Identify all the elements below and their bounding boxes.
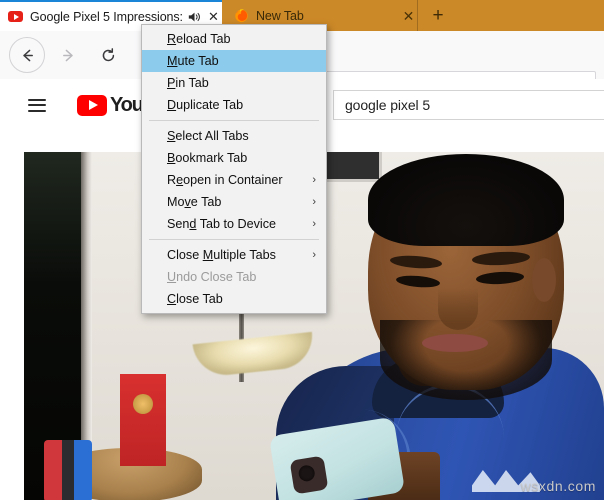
context-menu-item-label: Undo Close Tab xyxy=(167,270,257,284)
context-menu-item-send-tab-to-device[interactable]: Send Tab to Device › xyxy=(142,213,326,235)
speaker-playing-icon[interactable] xyxy=(186,8,203,25)
context-menu-item-undo-close-tab: Undo Close Tab xyxy=(142,266,326,288)
context-menu-item-label: Duplicate Tab xyxy=(167,98,244,112)
context-menu-item-reopen-in-container[interactable]: Reopen in Container › xyxy=(142,169,326,191)
chevron-right-icon: › xyxy=(312,174,316,186)
video-subject-hair xyxy=(368,154,564,246)
browser-window: Google Pixel 5 Impressions: ✕ New Tab ✕ … xyxy=(0,0,604,500)
context-menu-item-duplicate-tab[interactable]: Duplicate Tab xyxy=(142,94,326,116)
context-menu-item-select-all-tabs[interactable]: Select All Tabs xyxy=(142,125,326,147)
chevron-right-icon: › xyxy=(312,249,316,261)
context-menu-item-close-tab[interactable]: Close Tab xyxy=(142,288,326,310)
context-menu-separator xyxy=(149,239,319,240)
youtube-search-input[interactable]: google pixel 5 xyxy=(333,90,604,120)
new-tab-button[interactable]: + xyxy=(419,0,457,31)
context-menu-item-label: Select All Tabs xyxy=(167,129,249,143)
youtube-play-icon xyxy=(77,94,107,116)
context-menu-item-mute-tab[interactable]: Mute Tab xyxy=(142,50,326,72)
forward-button[interactable] xyxy=(51,38,85,72)
firefox-icon xyxy=(234,8,249,23)
watermark: wsxdn.com xyxy=(520,478,596,494)
context-menu-item-label: Reopen in Container xyxy=(167,173,283,187)
context-menu-item-bookmark-tab[interactable]: Bookmark Tab xyxy=(142,147,326,169)
context-menu-item-label: Send Tab to Device xyxy=(167,217,277,231)
context-menu-item-pin-tab[interactable]: Pin Tab xyxy=(142,72,326,94)
context-menu-item-label: Mute Tab xyxy=(167,54,219,68)
video-subject-beard xyxy=(380,320,552,400)
video-subject-ear xyxy=(532,258,556,302)
hamburger-icon[interactable] xyxy=(28,98,46,112)
back-button[interactable] xyxy=(9,37,45,73)
context-menu-item-label: Move Tab xyxy=(167,195,222,209)
context-menu-item-close-multiple-tabs[interactable]: Close Multiple Tabs › xyxy=(142,244,326,266)
context-menu-item-move-tab[interactable]: Move Tab › xyxy=(142,191,326,213)
reload-icon xyxy=(102,47,114,61)
chevron-right-icon: › xyxy=(312,196,316,208)
chevron-right-icon: › xyxy=(312,218,316,230)
context-menu-item-label: Reload Tab xyxy=(167,32,231,46)
youtube-icon xyxy=(8,9,23,24)
tab-new-tab-close-icon[interactable]: ✕ xyxy=(400,7,417,24)
context-menu-item-reload-tab[interactable]: Reload Tab xyxy=(142,28,326,50)
context-menu-item-label: Pin Tab xyxy=(167,76,209,90)
tab-new-tab-title: New Tab xyxy=(256,8,304,23)
arrow-right-icon xyxy=(62,49,73,61)
reload-button[interactable] xyxy=(91,38,125,72)
firefox-glyph xyxy=(235,9,248,23)
tab-youtube-title: Google Pixel 5 Impressions: xyxy=(30,9,183,24)
video-subject-mouth xyxy=(422,334,488,352)
video-game-console xyxy=(44,440,92,500)
plus-icon: + xyxy=(432,4,444,26)
video-red-box xyxy=(120,374,166,466)
context-menu-item-label: Close Tab xyxy=(167,292,223,306)
youtube-search-value: google pixel 5 xyxy=(345,97,430,113)
arrow-left-icon xyxy=(22,49,33,61)
tab-youtube-close-icon[interactable]: ✕ xyxy=(205,8,222,25)
context-menu-item-label: Close Multiple Tabs xyxy=(167,248,276,262)
video-phone-camera xyxy=(289,455,329,495)
context-menu-item-label: Bookmark Tab xyxy=(167,151,248,165)
tab-context-menu: Reload Tab Mute Tab Pin Tab Duplicate Tab Se… xyxy=(141,24,327,314)
speaker-playing-glyph xyxy=(188,12,200,22)
context-menu-separator xyxy=(149,120,319,121)
